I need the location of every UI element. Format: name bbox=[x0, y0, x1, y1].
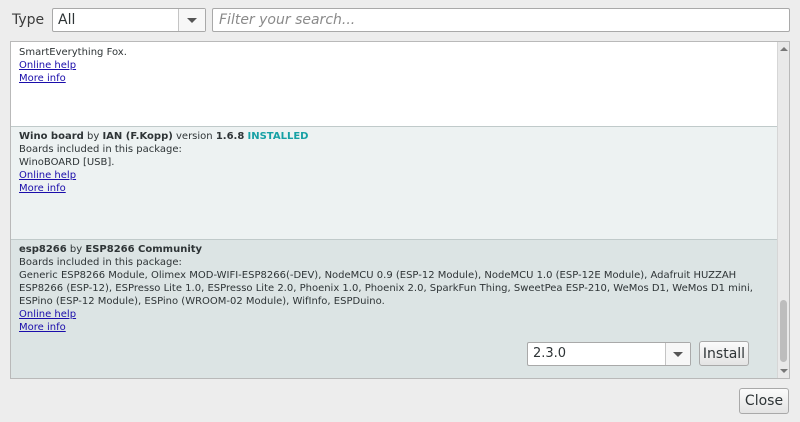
scroll-down-button[interactable] bbox=[779, 366, 789, 376]
type-select-value: All bbox=[58, 12, 76, 28]
by-label: by bbox=[86, 131, 100, 142]
package-header: Wino board by IAN (F.Kopp) version 1.6.8… bbox=[19, 130, 769, 143]
type-select-dropdown-button[interactable] bbox=[178, 9, 205, 31]
version-label: version bbox=[176, 131, 213, 142]
package-author: IAN (F.Kopp) bbox=[102, 131, 173, 142]
close-button[interactable]: Close bbox=[739, 388, 789, 414]
installed-badge: INSTALLED bbox=[247, 131, 309, 142]
by-label: by bbox=[69, 244, 83, 255]
package-name: Wino board bbox=[19, 131, 84, 142]
version-select[interactable]: 2.3.0 bbox=[527, 342, 691, 366]
chevron-down-icon bbox=[187, 18, 197, 23]
filter-bar: Type All bbox=[0, 0, 800, 40]
package-version: 1.6.8 bbox=[215, 131, 245, 142]
board-list-text-line-1: Generic ESP8266 Module, Olimex MOD-WIFI-… bbox=[19, 270, 737, 281]
board-list-text-line-2: ESP8266 (ESP-12), ESPresso Lite 1.0, ESP… bbox=[19, 283, 753, 294]
install-button[interactable]: Install bbox=[699, 341, 749, 366]
version-select-dropdown-button[interactable] bbox=[665, 343, 690, 365]
online-help-link[interactable]: Online help bbox=[19, 169, 76, 182]
list-scrollbar[interactable] bbox=[777, 42, 789, 378]
type-select[interactable]: All bbox=[52, 8, 206, 32]
board-list-text-line-3: ESPino (ESP-12 Module), ESPino (WROOM-02… bbox=[19, 296, 385, 307]
board-package-list[interactable]: SmartEverything Fox. Online help More in… bbox=[10, 41, 790, 379]
package-author: ESP8266 Community bbox=[85, 244, 203, 255]
chevron-down-icon bbox=[673, 352, 683, 357]
package-name: esp8266 bbox=[19, 244, 67, 255]
package-header: esp8266 by ESP8266 Community bbox=[19, 243, 769, 256]
list-item-esp8266[interactable]: esp8266 by ESP8266 Community Boards incl… bbox=[11, 239, 777, 378]
more-info-link[interactable]: More info bbox=[19, 182, 66, 195]
boards-heading: Boards included in this package: bbox=[19, 144, 182, 155]
board-list-text: WinoBOARD [USB]. bbox=[19, 157, 115, 168]
boards-heading: Boards included in this package: bbox=[19, 257, 182, 268]
search-input[interactable] bbox=[212, 8, 790, 32]
list-item-wino-board[interactable]: Wino board by IAN (F.Kopp) version 1.6.8… bbox=[11, 126, 777, 239]
board-list-text: SmartEverything Fox. bbox=[19, 47, 127, 58]
more-info-link[interactable]: More info bbox=[19, 321, 66, 334]
scrollbar-thumb[interactable] bbox=[780, 300, 787, 362]
type-label: Type bbox=[12, 12, 45, 28]
more-info-link[interactable]: More info bbox=[19, 72, 66, 85]
list-item-partial[interactable]: SmartEverything Fox. Online help More in… bbox=[11, 42, 777, 126]
version-select-value: 2.3.0 bbox=[533, 346, 567, 361]
scroll-up-button[interactable] bbox=[779, 44, 789, 54]
row-divider bbox=[11, 239, 777, 240]
row-divider bbox=[11, 126, 777, 127]
online-help-link[interactable]: Online help bbox=[19, 59, 76, 72]
arrow-up-icon bbox=[780, 47, 788, 51]
arrow-down-icon bbox=[780, 369, 788, 373]
online-help-link[interactable]: Online help bbox=[19, 308, 76, 321]
